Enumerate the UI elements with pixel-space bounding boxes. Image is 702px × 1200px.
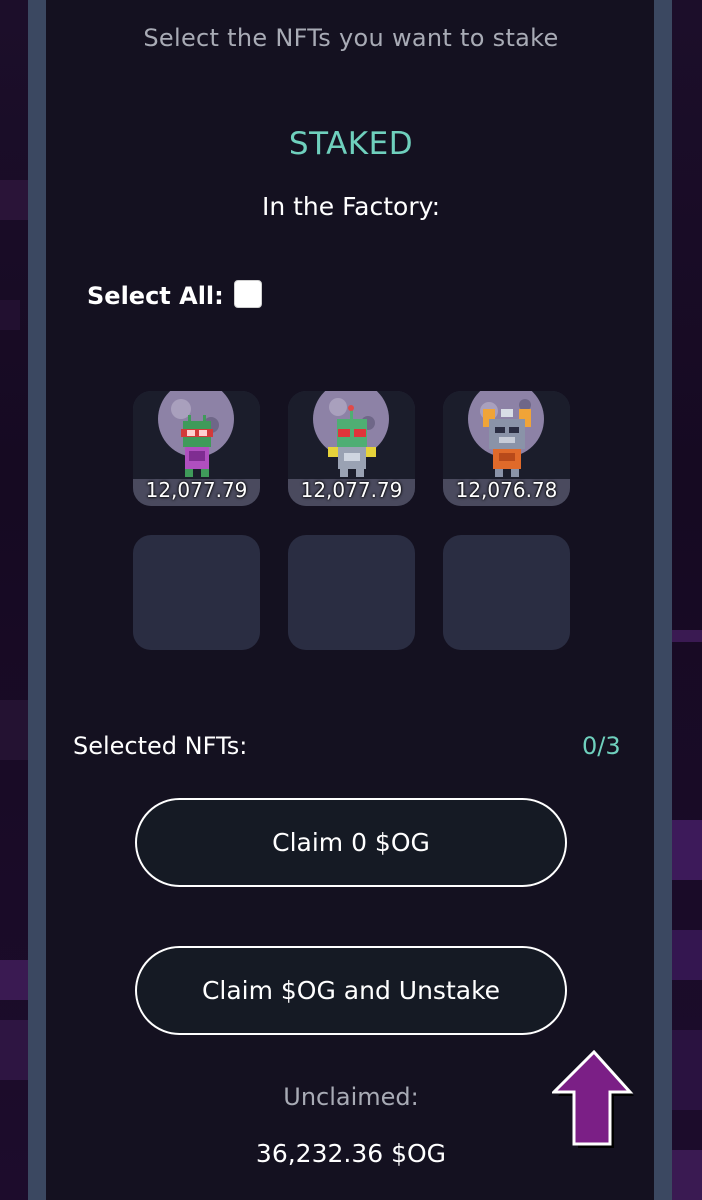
panel-border-right: [654, 0, 672, 1200]
nft-earnings: 12,076.78: [455, 478, 558, 502]
nft-card[interactable]: 12,077.79: [133, 391, 260, 506]
section-title: STAKED: [288, 126, 414, 162]
empty-nft-slot: [133, 535, 260, 650]
instruction-text: Select the NFTs you want to stake: [143, 24, 559, 52]
nft-earnings: 12,077.79: [300, 478, 403, 502]
up-arrow-icon[interactable]: [552, 1050, 636, 1150]
nft-card[interactable]: 12,076.78: [443, 391, 570, 506]
claim-button[interactable]: Claim 0 $OG: [135, 798, 567, 887]
location-heading: In the Factory:: [261, 192, 441, 221]
selected-nfts-label: Selected NFTs:: [73, 732, 248, 760]
empty-nft-slot: [443, 535, 570, 650]
nft-earnings: 12,077.79: [145, 478, 248, 502]
select-all-checkbox[interactable]: [234, 280, 262, 308]
select-all-label: Select All:: [87, 282, 224, 310]
empty-nft-slot: [288, 535, 415, 650]
nft-card[interactable]: 12,077.79: [288, 391, 415, 506]
selected-nfts-count: 0/3: [582, 732, 621, 760]
panel-border-left: [28, 0, 46, 1200]
claim-and-unstake-button[interactable]: Claim $OG and Unstake: [135, 946, 567, 1035]
